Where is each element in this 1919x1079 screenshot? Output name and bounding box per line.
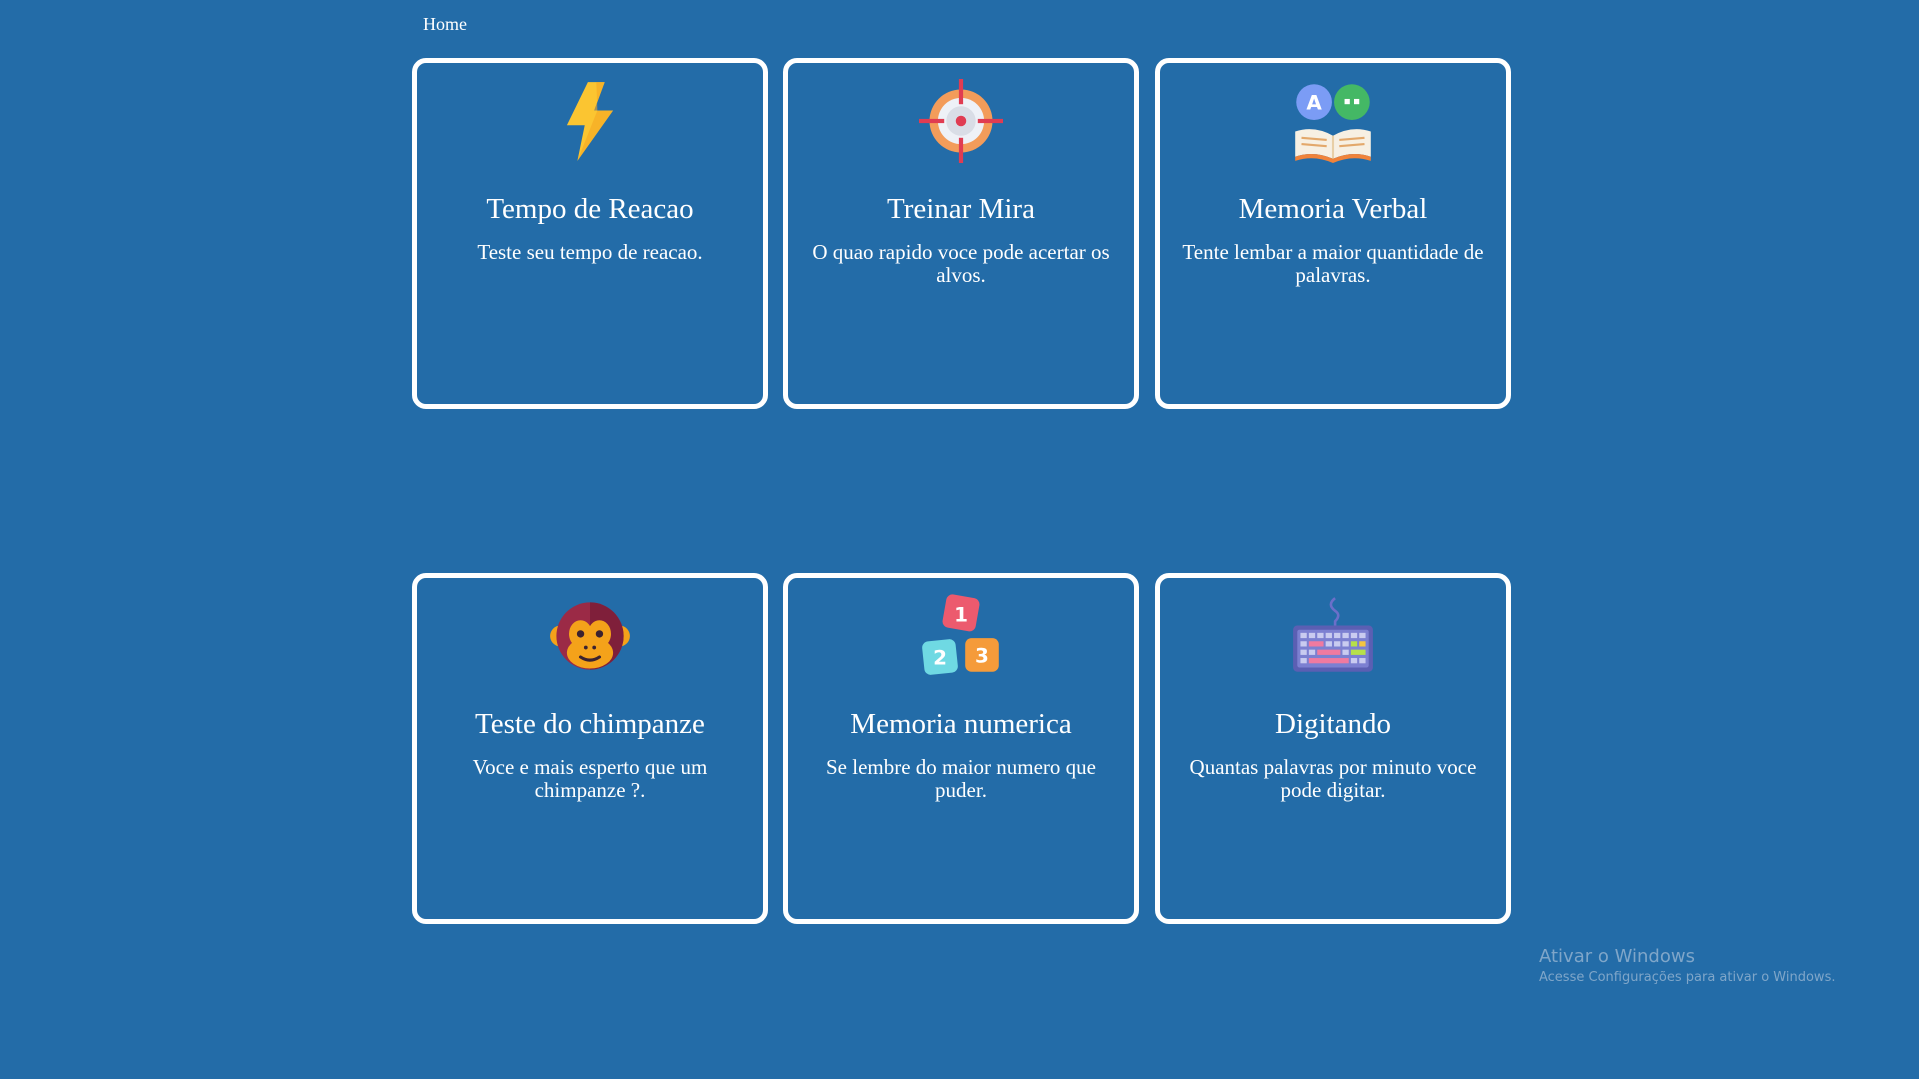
card-description: Se lembre do maior numero que puder. xyxy=(825,755,1096,802)
card-description: Voce e mais esperto que um chimpanze ?. xyxy=(472,755,708,802)
monkey-face-icon xyxy=(417,594,763,674)
card-reaction-time[interactable]: Tempo de Reacao Teste seu tempo de reaca… xyxy=(412,58,768,409)
nav-home-link[interactable]: Home xyxy=(423,14,467,35)
card-description: Quantas palavras por minuto voce pode di… xyxy=(1189,755,1477,802)
windows-activation-watermark: Ativar o Windows Acesse Configurações pa… xyxy=(1539,945,1835,987)
svg-text:A: A xyxy=(1306,90,1322,114)
crosshair-target-icon xyxy=(788,79,1134,163)
open-book-chat-icon: A xyxy=(1160,79,1506,163)
game-cards-grid: Tempo de Reacao Teste seu tempo de reaca… xyxy=(412,58,1511,924)
watermark-subtitle: Acesse Configurações para ativar o Windo… xyxy=(1539,970,1836,985)
svg-text:1: 1 xyxy=(954,602,968,626)
card-description: Tente lembar a maior quantidade de palav… xyxy=(1182,240,1484,287)
svg-text:2: 2 xyxy=(933,645,947,669)
card-description: Teste seu tempo de reacao. xyxy=(477,240,703,264)
card-title: Tempo de Reacao xyxy=(486,193,694,225)
card-title: Digitando xyxy=(1275,708,1391,740)
card-title: Treinar Mira xyxy=(887,193,1035,225)
svg-text:3: 3 xyxy=(975,643,989,667)
card-typing[interactable]: Digitando Quantas palavras por minuto vo… xyxy=(1155,573,1511,924)
card-chimp-test[interactable]: Teste do chimpanze Voce e mais esperto q… xyxy=(412,573,768,924)
card-verbal-memory[interactable]: A Memoria Verbal Tente lembar a maior qu… xyxy=(1155,58,1511,409)
lightning-bolt-icon xyxy=(417,79,763,161)
card-aim-trainer[interactable]: Treinar Mira O quao rapido voce pode ace… xyxy=(783,58,1139,409)
card-description: O quao rapido voce pode acertar os alvos… xyxy=(812,240,1110,287)
number-blocks-icon: 1 2 3 xyxy=(788,594,1134,675)
card-title: Memoria Verbal xyxy=(1238,193,1428,225)
card-number-memory[interactable]: 1 2 3 Memoria numerica Se lembre do maio… xyxy=(783,573,1139,924)
keyboard-icon xyxy=(1160,594,1506,674)
card-title: Memoria numerica xyxy=(850,708,1072,740)
card-title: Teste do chimpanze xyxy=(475,708,705,740)
watermark-title: Ativar o Windows xyxy=(1539,946,1695,967)
